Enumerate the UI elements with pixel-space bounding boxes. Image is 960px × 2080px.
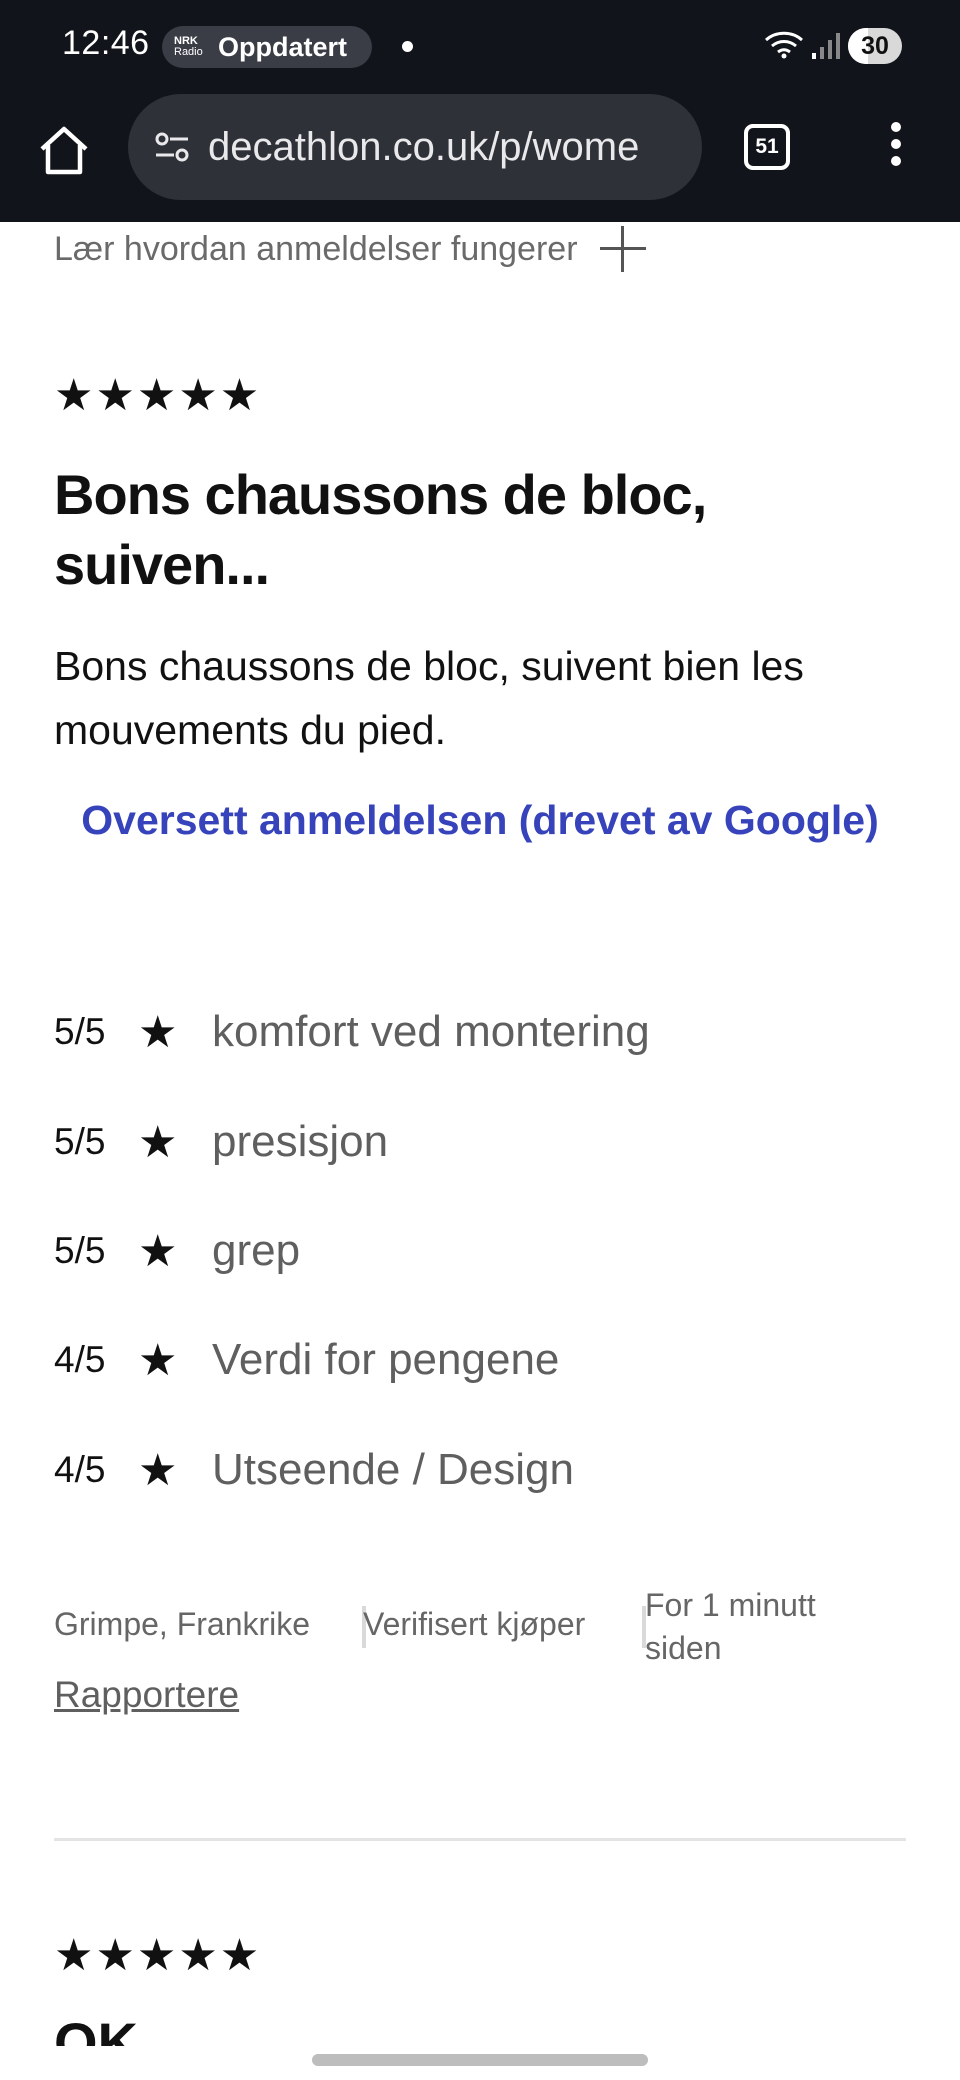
tab-switcher-button[interactable]: 51 (744, 124, 790, 170)
site-settings-icon[interactable] (150, 125, 194, 169)
more-menu-icon[interactable] (882, 122, 910, 172)
star-icon: ★ (138, 1226, 178, 1276)
rating-score: 4/5 (54, 1449, 106, 1490)
learn-how-reviews-work[interactable]: Lær hvordan anmeldelser fungerer (54, 226, 646, 272)
rating-row: 4/5 ★ Verdi for pengene (54, 1330, 559, 1390)
rating-score: 4/5 (54, 1339, 106, 1380)
wifi-icon (764, 31, 804, 59)
rating-label: komfort ved montering (212, 1007, 650, 1056)
browser-toolbar: decathlon.co.uk/p/wome 51 (0, 92, 960, 222)
radio-logo-text: Radio (174, 46, 203, 58)
rating-score: 5/5 (54, 1011, 106, 1052)
gesture-home-indicator[interactable] (312, 2054, 648, 2066)
reviewer-location: Grimpe, Frankrike (54, 1606, 311, 1642)
rating-score: 5/5 (54, 1230, 106, 1271)
next-review-stars: ★★★★★ (54, 1931, 262, 1980)
rating-row: 5/5 ★ grep (54, 1221, 300, 1281)
home-icon[interactable] (36, 122, 92, 178)
status-bar: 12:46 NRK Radio Oppdatert 30 (0, 0, 960, 92)
review-divider (54, 1838, 906, 1841)
learn-label: Lær hvordan anmeldelser fungerer (54, 229, 578, 268)
notification-dot (402, 41, 413, 52)
notification-label: Oppdatert (218, 31, 348, 62)
signal-icon (812, 33, 840, 59)
battery-indicator: 30 (848, 28, 902, 64)
rating-score: 5/5 (54, 1121, 106, 1162)
review-meta: Grimpe, Frankrike Verifisert kjøper For … (54, 1584, 914, 1674)
translate-review-link[interactable]: Oversett anmeldelsen (drevet av Google) (80, 788, 880, 852)
rating-row: 5/5 ★ komfort ved montering (54, 1002, 650, 1062)
star-icon: ★ (138, 1335, 178, 1385)
plus-icon[interactable] (599, 226, 646, 272)
rating-row: 5/5 ★ presisjon (54, 1112, 388, 1172)
review-body: Bons chaussons de bloc, suivent bien les… (54, 643, 804, 753)
nrk-radio-icon: NRK Radio (174, 30, 210, 64)
rating-label: Verdi for pengene (212, 1335, 560, 1384)
rating-label: grep (212, 1226, 301, 1275)
star-icon: ★ (138, 1445, 178, 1495)
rating-row: 4/5 ★ Utseende / Design (54, 1440, 574, 1500)
nrk-notification-pill[interactable]: NRK Radio Oppdatert (162, 26, 372, 68)
review-title: Bons chaussons de bloc, suiven... (54, 463, 707, 596)
next-review-title: OK (54, 2011, 138, 2046)
rating-label: Utseende / Design (212, 1445, 574, 1494)
battery-level: 30 (861, 31, 889, 60)
tab-count: 51 (755, 135, 779, 158)
star-icon: ★ (138, 1117, 178, 1167)
address-bar[interactable]: decathlon.co.uk/p/wome (128, 94, 702, 200)
verified-buyer-badge: Verifisert kjøper (363, 1606, 586, 1642)
review-time: For 1 minutt siden (645, 1587, 816, 1666)
url-text[interactable]: decathlon.co.uk/p/wome (208, 125, 678, 170)
report-review-link[interactable]: Rapportere (54, 1674, 239, 1716)
status-time: 12:46 (62, 24, 150, 62)
star-icon: ★ (138, 1007, 178, 1057)
review-stars: ★★★★★ (54, 371, 262, 420)
rating-label: presisjon (212, 1117, 389, 1166)
